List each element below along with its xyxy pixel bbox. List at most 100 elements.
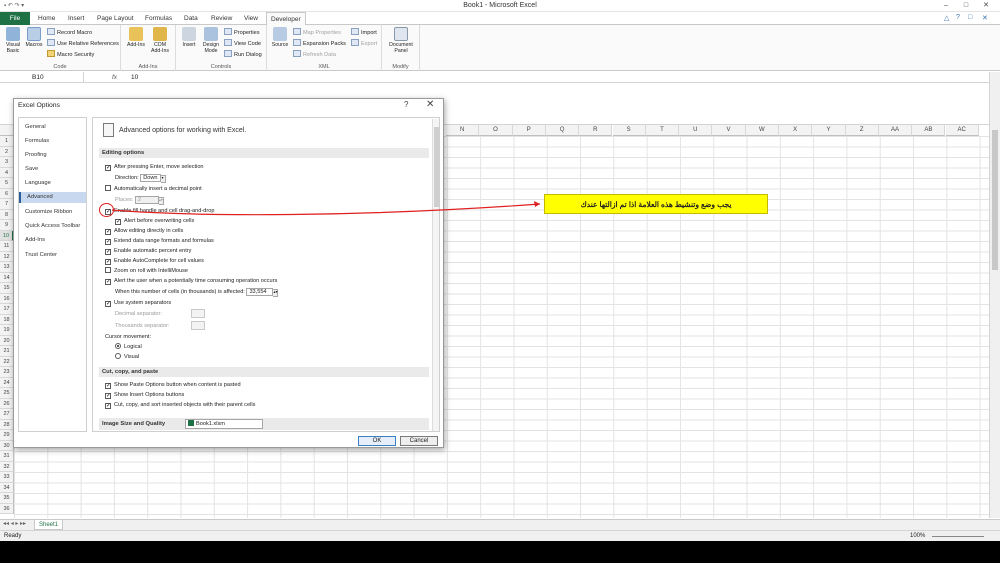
opt-alert-overwrite[interactable]: ✓ Alert before overwriting cells [115, 216, 194, 226]
tab-review[interactable]: Review [207, 12, 236, 25]
design-mode-button[interactable]: Design Mode [200, 27, 222, 54]
direction-select[interactable]: Down [140, 174, 161, 182]
cells-affected-input[interactable]: 33,554 [246, 288, 274, 296]
tab-file[interactable]: File [0, 12, 30, 25]
column-header[interactable]: AA [878, 125, 913, 136]
opt-edit-in-cells[interactable]: ✓ Allow editing directly in cells [105, 226, 183, 236]
row-header[interactable]: 23 [0, 367, 14, 378]
decimal-separator-input[interactable] [191, 309, 205, 318]
row-header[interactable]: 17 [0, 304, 14, 315]
row-header[interactable]: 32 [0, 461, 14, 472]
checkbox-autocomplete[interactable]: ✓ [105, 259, 111, 265]
opt-extend-formats[interactable]: ✓ Extend data range formats and formulas [105, 236, 214, 246]
checkbox-alert-overwrite[interactable]: ✓ [115, 219, 121, 225]
row-header[interactable]: 2 [0, 146, 14, 157]
row-header[interactable]: 25 [0, 388, 14, 399]
row-header[interactable]: 7 [0, 199, 14, 210]
name-box[interactable]: B10 [0, 72, 84, 83]
column-header[interactable]: S [612, 125, 646, 136]
restore-icon[interactable]: □ [968, 14, 972, 21]
options-scrollbar-thumb[interactable] [434, 127, 439, 207]
refresh-data-button[interactable]: Refresh Data [293, 50, 336, 60]
row-header[interactable]: 14 [0, 272, 14, 283]
places-input[interactable]: 2 [134, 196, 159, 204]
row-header[interactable]: 16 [0, 293, 14, 304]
checkbox-extend-formats[interactable]: ✓ [105, 239, 111, 245]
options-scrollbar[interactable] [432, 119, 439, 431]
opt-auto-decimal[interactable]: Automatically insert a decimal point [105, 184, 202, 194]
row-header[interactable]: 19 [0, 325, 14, 336]
ribbon-minimize-icon[interactable]: △ [944, 14, 949, 22]
column-header[interactable]: U [679, 125, 713, 136]
opt-system-separators[interactable]: ✓ Use system separators [105, 298, 171, 308]
insert-control-button[interactable]: Insert [178, 27, 200, 48]
row-header[interactable]: 4 [0, 167, 14, 178]
row-header[interactable]: 20 [0, 335, 14, 346]
help-icon[interactable]: ? [956, 14, 960, 21]
macro-security-button[interactable]: Macro Security [47, 50, 94, 60]
scrollbar-thumb[interactable] [992, 130, 998, 270]
relative-references-button[interactable]: Use Relative References [47, 39, 119, 49]
vertical-scrollbar[interactable] [989, 72, 1000, 518]
tab-home[interactable]: Home [34, 12, 59, 25]
checkbox-alert-time[interactable]: ✓ [105, 279, 111, 285]
row-header[interactable]: 10 [0, 230, 14, 241]
export-button[interactable]: Export [351, 39, 377, 49]
expansion-packs-button[interactable]: Expansion Packs [293, 39, 346, 49]
checkbox-cut-copy-sort[interactable]: ✓ [105, 403, 111, 409]
chevron-down-icon[interactable]: ▾ [160, 175, 166, 183]
column-header[interactable]: Y [812, 125, 846, 136]
checkbox-insert-options[interactable]: ✓ [105, 393, 111, 399]
tab-data[interactable]: Data [180, 12, 202, 25]
opt-insert-options[interactable]: ✓ Show Insert Options buttons [105, 390, 184, 400]
nav-item-proofing[interactable]: Proofing [19, 150, 86, 161]
column-header[interactable]: O [479, 125, 513, 136]
checkbox-auto-percent[interactable]: ✓ [105, 249, 111, 255]
column-header[interactable]: R [579, 125, 613, 136]
row-header[interactable]: 15 [0, 283, 14, 294]
sheet-nav-arrows[interactable]: ◂◂ ◂ ▸ ▸▸ [3, 520, 26, 527]
run-dialog-button[interactable]: Run Dialog [224, 50, 262, 60]
places-spinner[interactable]: ▴▾ [158, 197, 164, 205]
checkbox-zoom-roll[interactable] [105, 267, 111, 273]
radio-logical[interactable] [115, 343, 121, 349]
visual-basic-button[interactable]: Visual Basic [2, 27, 24, 54]
dialog-help-button[interactable]: ? [404, 100, 408, 109]
nav-item-add-ins[interactable]: Add-Ins [19, 235, 86, 246]
map-properties-button[interactable]: Map Properties [293, 28, 341, 38]
row-header[interactable]: 28 [0, 419, 14, 430]
column-header[interactable]: P [512, 125, 546, 136]
nav-item-language[interactable]: Language [19, 178, 86, 189]
tab-view[interactable]: View [240, 12, 262, 25]
row-header[interactable]: 12 [0, 251, 14, 262]
opt-fill-handle[interactable]: ✓ Enable fill handle and cell drag-and-dr… [105, 206, 214, 216]
row-header[interactable]: 5 [0, 178, 14, 189]
nav-item-formulas[interactable]: Formulas [19, 136, 86, 147]
cancel-button[interactable]: Cancel [400, 436, 438, 446]
com-addins-button[interactable]: COM Add-Ins [149, 27, 171, 54]
row-header[interactable]: 29 [0, 430, 14, 441]
row-header[interactable]: 8 [0, 209, 14, 220]
opt-visual[interactable]: Visual [115, 352, 139, 362]
checkbox-paste-options[interactable]: ✓ [105, 383, 111, 389]
tab-formulas[interactable]: Formulas [141, 12, 176, 25]
thousands-separator-input[interactable] [191, 321, 205, 330]
row-header[interactable]: 6 [0, 188, 14, 199]
column-header[interactable]: N [446, 125, 480, 136]
row-header[interactable]: 26 [0, 398, 14, 409]
document-panel-button[interactable]: Document Panel [388, 27, 414, 54]
close-workbook-icon[interactable]: ✕ [982, 14, 988, 22]
macros-button[interactable]: Macros [23, 27, 45, 48]
row-header[interactable]: 34 [0, 482, 14, 493]
import-button[interactable]: Import [351, 28, 377, 38]
formula-input[interactable]: 10 [131, 72, 138, 83]
maximize-button[interactable]: □ [956, 0, 976, 11]
row-header[interactable]: 1 [0, 136, 14, 147]
column-header[interactable]: Z [845, 125, 879, 136]
opt-autocomplete[interactable]: ✓ Enable AutoComplete for cell values [105, 256, 204, 266]
addins-button[interactable]: Add-Ins [125, 27, 147, 48]
row-header[interactable]: 27 [0, 409, 14, 420]
ok-button[interactable]: OK [358, 436, 396, 446]
zoom-slider[interactable] [932, 536, 984, 537]
checkbox-system-separators[interactable]: ✓ [105, 301, 111, 307]
